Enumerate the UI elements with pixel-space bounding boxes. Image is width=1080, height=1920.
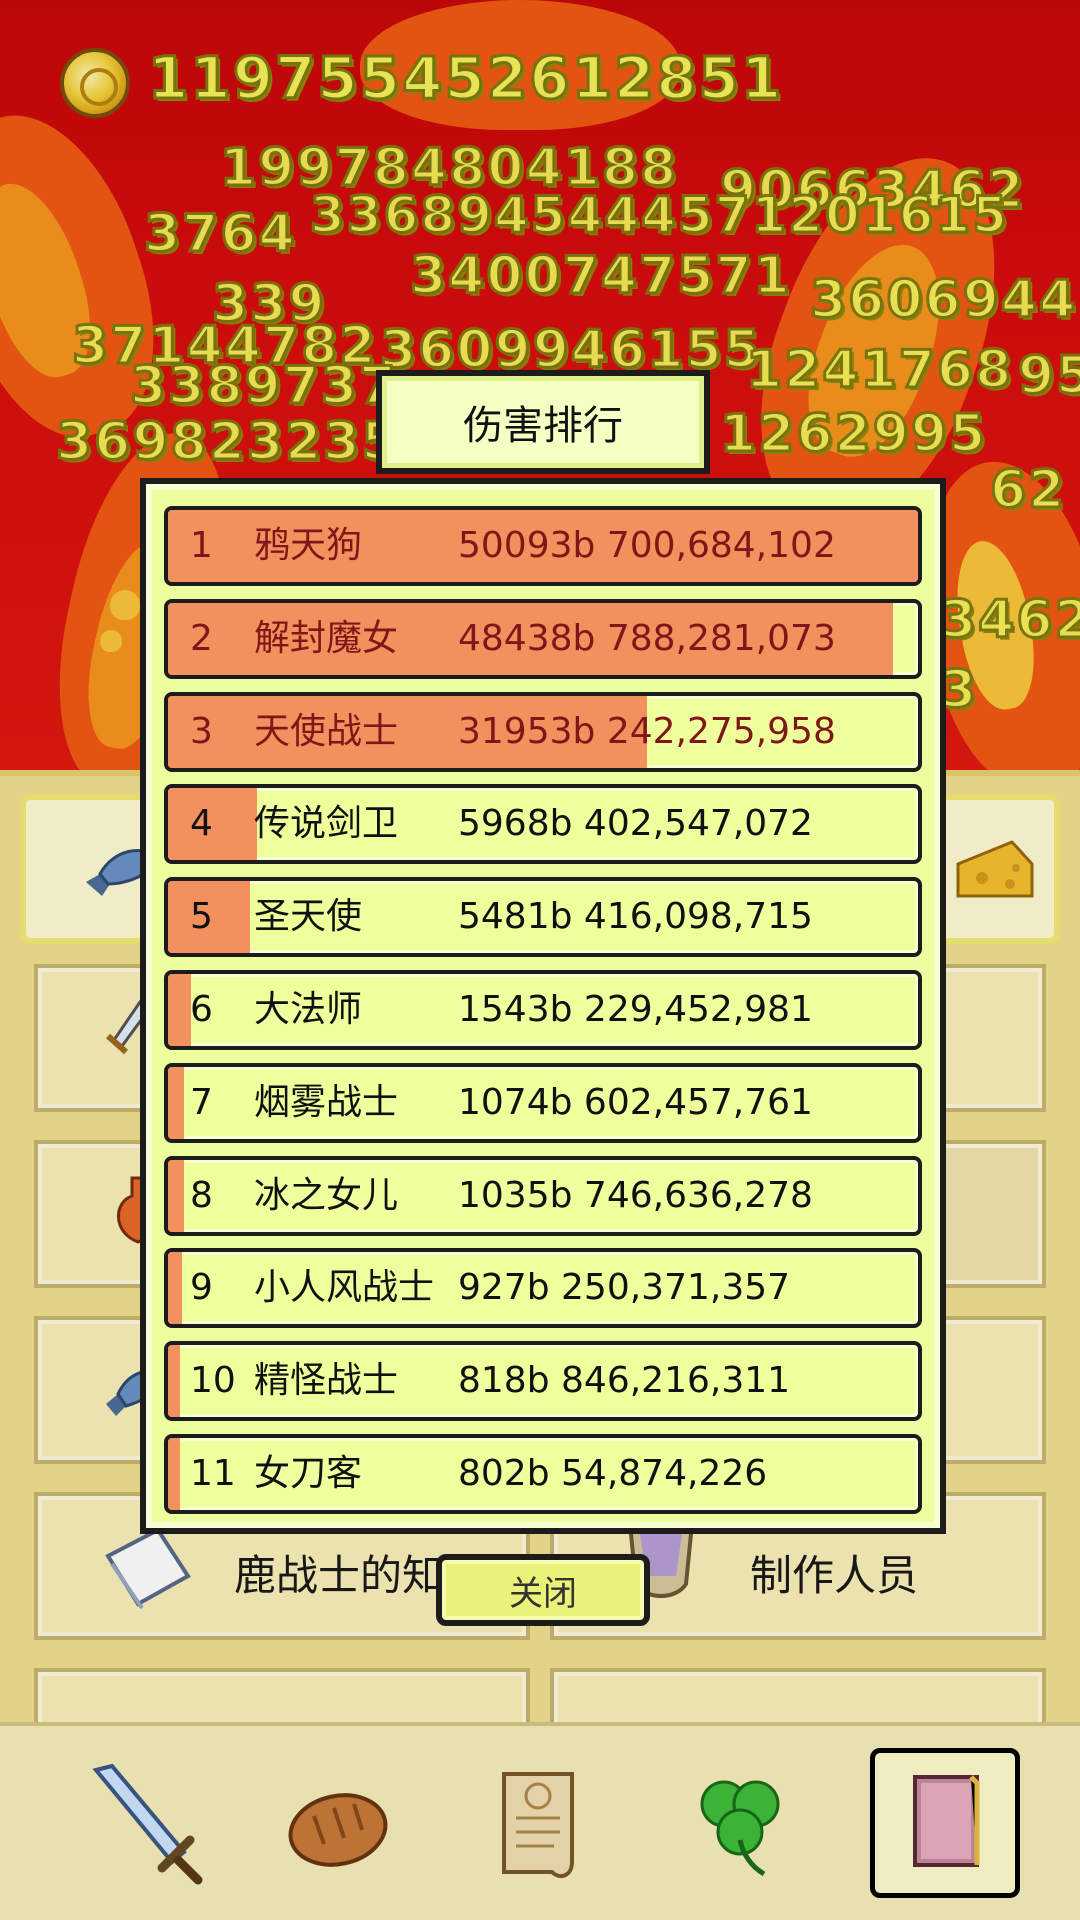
damage-value: 31953b 242,275,958: [458, 710, 836, 752]
ranking-row: 9 小人风战士 927b 250,371,357: [164, 1248, 922, 1329]
ranking-row: 7 烟雾战士 1074b 602,457,761: [164, 1062, 922, 1143]
ranking-row: 11 女刀客 802b 54,874,226: [164, 1433, 922, 1514]
rank-number: 7: [190, 1081, 213, 1123]
rank-number: 4: [190, 803, 213, 845]
hero-name: 大法师: [254, 988, 363, 1030]
damage-value: 802b 54,874,226: [458, 1452, 768, 1494]
damage-value: 5481b 416,098,715: [458, 896, 813, 938]
damage-value: 50093b 700,684,102: [458, 525, 836, 566]
damage-bar: [168, 1437, 180, 1510]
ranking-row: 2 解封魔女 48438b 788,281,073: [164, 598, 922, 679]
rank-number: 10: [190, 1360, 236, 1402]
damage-value: 1543b 229,452,981: [458, 988, 813, 1030]
hero-name: 小人风战士: [254, 1267, 435, 1309]
hero-name: 传说剑卫: [254, 803, 399, 845]
rank-number: 1: [190, 525, 213, 566]
ranking-row: 8 冰之女儿 1035b 746,636,278: [164, 1155, 922, 1236]
damage-value: 1035b 746,636,278: [458, 1174, 813, 1216]
damage-value: 818b 846,216,311: [458, 1360, 791, 1402]
damage-value: 1074b 602,457,761: [458, 1081, 813, 1123]
hero-name: 烟雾战士: [254, 1081, 399, 1123]
dialog-title: 伤害排行: [376, 370, 710, 474]
rank-number: 6: [190, 988, 213, 1030]
ranking-row: 6 大法师 1543b 229,452,981: [164, 969, 922, 1050]
damage-ranking-dialog: 1 鸦天狗 50093b 700,684,102 2 解封魔女 48438b 788,28…: [140, 478, 946, 1534]
ranking-row: 1 鸦天狗 50093b 700,684,102: [164, 506, 922, 586]
rank-number: 9: [190, 1267, 213, 1309]
hero-name: 圣天使: [254, 896, 363, 938]
close-button[interactable]: 关闭: [436, 1554, 650, 1626]
damage-bar: [168, 1066, 184, 1139]
rank-number: 5: [190, 896, 213, 938]
rank-number: 2: [190, 617, 213, 659]
ranking-row: 5 圣天使 5481b 416,098,715: [164, 877, 922, 958]
ranking-row: 3 天使战士 31953b 242,275,958: [164, 691, 922, 772]
hero-name: 冰之女儿: [254, 1174, 399, 1216]
damage-value: 5968b 402,547,072: [458, 803, 813, 845]
damage-bar: [168, 973, 192, 1046]
hero-name: 女刀客: [254, 1452, 363, 1494]
ranking-row: 10 精怪战士 818b 846,216,311: [164, 1341, 922, 1422]
damage-value: 48438b 788,281,073: [458, 617, 836, 659]
hero-name: 精怪战士: [254, 1360, 399, 1402]
damage-value: 927b 250,371,357: [458, 1267, 791, 1309]
ranking-list[interactable]: 1 鸦天狗 50093b 700,684,102 2 解封魔女 48438b 788,28…: [164, 506, 922, 1527]
hero-name: 天使战士: [254, 710, 399, 752]
damage-bar: [168, 1252, 182, 1325]
damage-bar: [168, 1159, 184, 1232]
ranking-row: 4 传说剑卫 5968b 402,547,072: [164, 784, 922, 865]
rank-number: 3: [190, 710, 213, 752]
damage-bar: [168, 1345, 180, 1418]
rank-number: 8: [190, 1174, 213, 1216]
hero-name: 解封魔女: [254, 617, 399, 659]
rank-number: 11: [190, 1452, 236, 1494]
hero-name: 鸦天狗: [254, 525, 363, 566]
